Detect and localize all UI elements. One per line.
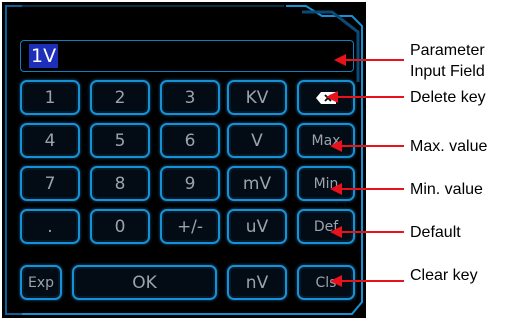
key-0-label: 0 [114, 216, 126, 237]
exp-key[interactable]: Exp [20, 265, 62, 300]
key-1[interactable]: 1 [20, 80, 80, 115]
min-value-callout: Min. value [410, 181, 483, 198]
key-5-label: 5 [114, 130, 126, 151]
delete-key-callout: Delete key [410, 89, 486, 106]
key-3-label: 3 [184, 87, 196, 108]
key-nv[interactable]: nV [227, 265, 287, 300]
min-key[interactable]: Min [297, 166, 355, 201]
ok-key-label: OK [132, 272, 157, 293]
default-key[interactable]: Def [297, 209, 355, 244]
default-arrowhead [330, 226, 342, 238]
key-4[interactable]: 4 [20, 123, 80, 158]
key-mv-label: mV [242, 173, 272, 194]
clear-key-callout: Clear key [410, 267, 478, 284]
key-kv[interactable]: KV [227, 80, 287, 115]
key-2-label: 2 [114, 87, 126, 108]
max-key[interactable]: Max [297, 123, 355, 158]
max-value-callout: Max. value [410, 138, 488, 155]
key-2[interactable]: 2 [90, 80, 150, 115]
numeric-keypad-panel: 1V 1 2 3 KV 4 5 6 V Max 7 8 9 mV Min . 0… [2, 2, 366, 318]
parameter-input-field[interactable]: 1V [20, 40, 354, 72]
key-8[interactable]: 8 [90, 166, 150, 201]
parameter-input-arrowhead [334, 54, 346, 66]
key-6-label: 6 [184, 130, 196, 151]
key-uv[interactable]: uV [227, 209, 287, 244]
ok-key[interactable]: OK [72, 265, 217, 300]
key-1-label: 1 [44, 87, 56, 108]
delete-key-arrow [336, 96, 404, 98]
key-9[interactable]: 9 [160, 166, 220, 201]
key-8-label: 8 [114, 173, 126, 194]
key-nv-label: nV [245, 272, 269, 293]
clear-key[interactable]: Cls [297, 265, 355, 300]
max-value-arrow [340, 145, 404, 147]
max-value-arrowhead [330, 140, 342, 152]
parameter-input-callout-line1: Parameter [410, 42, 485, 59]
input-value: 1V [29, 44, 59, 68]
min-value-arrowhead [330, 183, 342, 195]
parameter-input-callout-line2: Input Field [410, 63, 485, 80]
exp-key-label: Exp [27, 274, 55, 291]
key-5[interactable]: 5 [90, 123, 150, 158]
key-uv-label: uV [245, 216, 269, 237]
default-callout: Default [410, 224, 461, 241]
key-6[interactable]: 6 [160, 123, 220, 158]
clear-key-arrow [340, 280, 404, 282]
sign-key-label: +/- [176, 216, 204, 237]
key-4-label: 4 [44, 130, 56, 151]
key-7[interactable]: 7 [20, 166, 80, 201]
key-0[interactable]: 0 [90, 209, 150, 244]
key-7-label: 7 [44, 173, 56, 194]
parameter-input-callout: Parameter Input Field [410, 41, 485, 81]
key-v[interactable]: V [227, 123, 287, 158]
key-9-label: 9 [184, 173, 196, 194]
parameter-input-arrow [344, 59, 404, 61]
key-kv-label: KV [245, 87, 269, 108]
default-arrow [340, 231, 404, 233]
min-value-arrow [340, 188, 404, 190]
key-dot-label: . [47, 216, 53, 237]
key-v-label: V [251, 130, 263, 151]
key-dot[interactable]: . [20, 209, 80, 244]
key-3[interactable]: 3 [160, 80, 220, 115]
sign-key[interactable]: +/- [160, 209, 220, 244]
clear-key-arrowhead [330, 275, 342, 287]
delete-key-arrowhead [326, 91, 338, 103]
key-mv[interactable]: mV [227, 166, 287, 201]
